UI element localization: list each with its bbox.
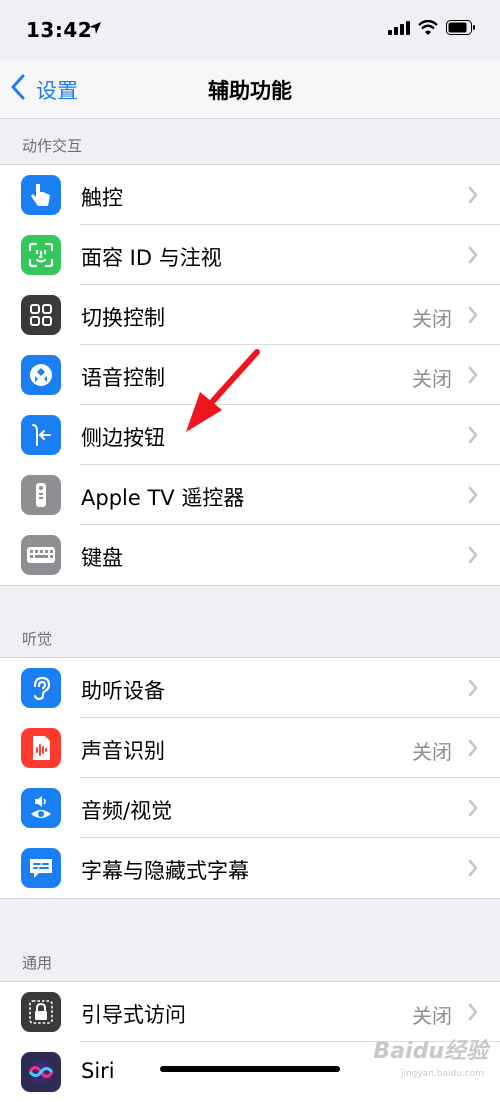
row-hearing-devices[interactable]: 助听设备: [0, 658, 500, 718]
watermark-logo: Baidu经验: [373, 1039, 488, 1064]
row-label: 引导式访问: [81, 1003, 186, 1027]
chevron-right-icon: [468, 1003, 478, 1025]
chevron-right-icon: [468, 366, 478, 388]
row-label: 声音识别: [81, 739, 165, 763]
row-value: 关闭: [412, 367, 452, 391]
row-label: 语音控制: [81, 366, 165, 390]
row-label: 侧边按钮: [81, 426, 165, 450]
ear-icon: [21, 668, 61, 708]
page-title: 辅助功能: [208, 79, 292, 103]
row-value: 关闭: [412, 307, 452, 331]
chevron-right-icon: [468, 186, 478, 208]
voice-control-icon: [21, 355, 61, 395]
chevron-right-icon: [468, 739, 478, 761]
row-label: 助听设备: [81, 679, 165, 703]
row-label: 音频/视觉: [81, 799, 173, 823]
location-arrow-icon: [88, 20, 102, 39]
chevron-right-icon: [468, 246, 478, 268]
chevron-right-icon: [468, 546, 478, 568]
keyboard-icon: [21, 535, 61, 575]
row-label: 字幕与隐藏式字幕: [81, 859, 249, 883]
settings-group-interaction: 触控 面容 ID 与注视 切换控制 关闭 语音控制 关闭 侧边按钮 Apple …: [0, 164, 500, 586]
section-header-general: 通用: [22, 954, 53, 972]
row-apple-tv-remote[interactable]: Apple TV 遥控器: [0, 465, 500, 525]
audio-visual-icon: [21, 788, 61, 828]
row-label: Apple TV 遥控器: [81, 486, 245, 510]
siri-icon: [21, 1052, 61, 1092]
row-label: 面容 ID 与注视: [81, 246, 222, 270]
section-header-interaction: 动作交互: [22, 137, 83, 155]
row-label: 触控: [81, 186, 123, 210]
row-audio-visual[interactable]: 音频/视觉: [0, 778, 500, 838]
row-touch[interactable]: 触控: [0, 165, 500, 225]
row-voice-control[interactable]: 语音控制 关闭: [0, 345, 500, 405]
chevron-right-icon: [468, 486, 478, 508]
remote-icon: [21, 475, 61, 515]
watermark-url: jingyan.baidu.com: [400, 1069, 484, 1079]
chevron-right-icon: [468, 306, 478, 328]
captions-icon: [21, 848, 61, 888]
guided-access-icon: [21, 992, 61, 1032]
settings-group-hearing: 助听设备 声音识别 关闭 音频/视觉 字幕与隐藏式字幕: [0, 657, 500, 899]
battery-icon: [446, 20, 476, 39]
status-indicators: [388, 19, 476, 39]
wifi-icon: [418, 19, 438, 39]
chevron-right-icon: [468, 859, 478, 881]
sound-recognition-icon: [21, 728, 61, 768]
row-face-id[interactable]: 面容 ID 与注视: [0, 225, 500, 285]
section-header-hearing: 听觉: [22, 630, 53, 648]
row-value: 关闭: [412, 740, 452, 764]
chevron-right-icon: [468, 799, 478, 821]
status-bar: 13:42: [0, 0, 500, 60]
status-time: 13:42: [26, 18, 93, 42]
side-button-icon: [21, 415, 61, 455]
navigation-bar: 设置 辅助功能: [0, 60, 500, 119]
chevron-right-icon: [468, 679, 478, 701]
row-keyboard[interactable]: 键盘: [0, 525, 500, 585]
home-indicator[interactable]: [160, 1066, 340, 1072]
row-switch-control[interactable]: 切换控制 关闭: [0, 285, 500, 345]
row-label: Siri: [81, 1059, 115, 1083]
row-captions[interactable]: 字幕与隐藏式字幕: [0, 838, 500, 898]
row-value: 关闭: [412, 1004, 452, 1028]
row-label: 键盘: [81, 546, 123, 570]
face-id-icon: [21, 235, 61, 275]
cellular-signal-icon: [388, 20, 410, 39]
switch-control-icon: [21, 295, 61, 335]
chevron-right-icon: [468, 426, 478, 448]
row-side-button[interactable]: 侧边按钮: [0, 405, 500, 465]
row-sound-recognition[interactable]: 声音识别 关闭: [0, 718, 500, 778]
hand-tap-icon: [21, 175, 61, 215]
row-label: 切换控制: [81, 306, 165, 330]
